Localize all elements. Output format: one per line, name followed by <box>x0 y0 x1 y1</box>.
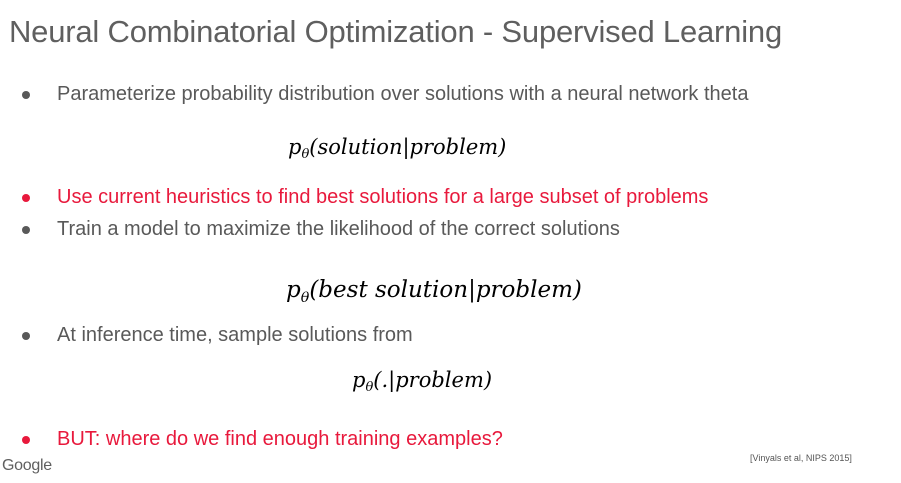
bullet-text: BUT: where do we find enough training ex… <box>57 428 503 450</box>
formula-subscript: θ <box>300 289 310 306</box>
bullet-dot-icon <box>22 331 30 340</box>
formula-body: (.|problem) <box>373 368 493 392</box>
bullet-item: Train a model to maximize the likelihood… <box>22 218 620 241</box>
formula-best-solution-given-problem: pθ(best solution|problem) <box>286 277 582 306</box>
bullet-item-highlight: BUT: where do we find enough training ex… <box>22 428 503 451</box>
formula-base: p <box>288 135 302 159</box>
bullet-item-highlight: Use current heuristics to find best solu… <box>22 186 708 209</box>
bullet-text: Use current heuristics to find best solu… <box>57 186 709 208</box>
citation: [Vinyals et al, NIPS 2015] <box>750 453 852 463</box>
slide: Neural Combinatorial Optimization - Supe… <box>0 0 901 483</box>
bullet-item: At inference time, sample solutions from <box>22 324 413 347</box>
slide-title: Neural Combinatorial Optimization - Supe… <box>9 14 782 49</box>
bullet-text: Train a model to maximize the likelihood… <box>57 218 620 240</box>
formula-subscript: θ <box>301 147 310 163</box>
bullet-dot-icon <box>22 193 30 202</box>
bullet-dot-icon <box>22 225 30 234</box>
google-logo: Google <box>2 457 52 474</box>
bullet-text: At inference time, sample solutions from <box>57 324 413 346</box>
formula-body: (solution|problem) <box>309 135 507 159</box>
bullet-item: Parameterize probability distribution ov… <box>22 83 748 106</box>
formula-sample-given-problem: pθ(.|problem) <box>352 368 493 396</box>
formula-base: p <box>352 368 366 392</box>
formula-solution-given-problem: pθ(solution|problem) <box>288 135 507 163</box>
formula-subscript: θ <box>365 380 374 396</box>
formula-base: p <box>286 277 301 303</box>
bullet-dot-icon <box>22 90 30 99</box>
bullet-dot-icon <box>22 435 30 444</box>
bullet-text: Parameterize probability distribution ov… <box>57 83 749 105</box>
formula-body: (best solution|problem) <box>309 277 582 303</box>
